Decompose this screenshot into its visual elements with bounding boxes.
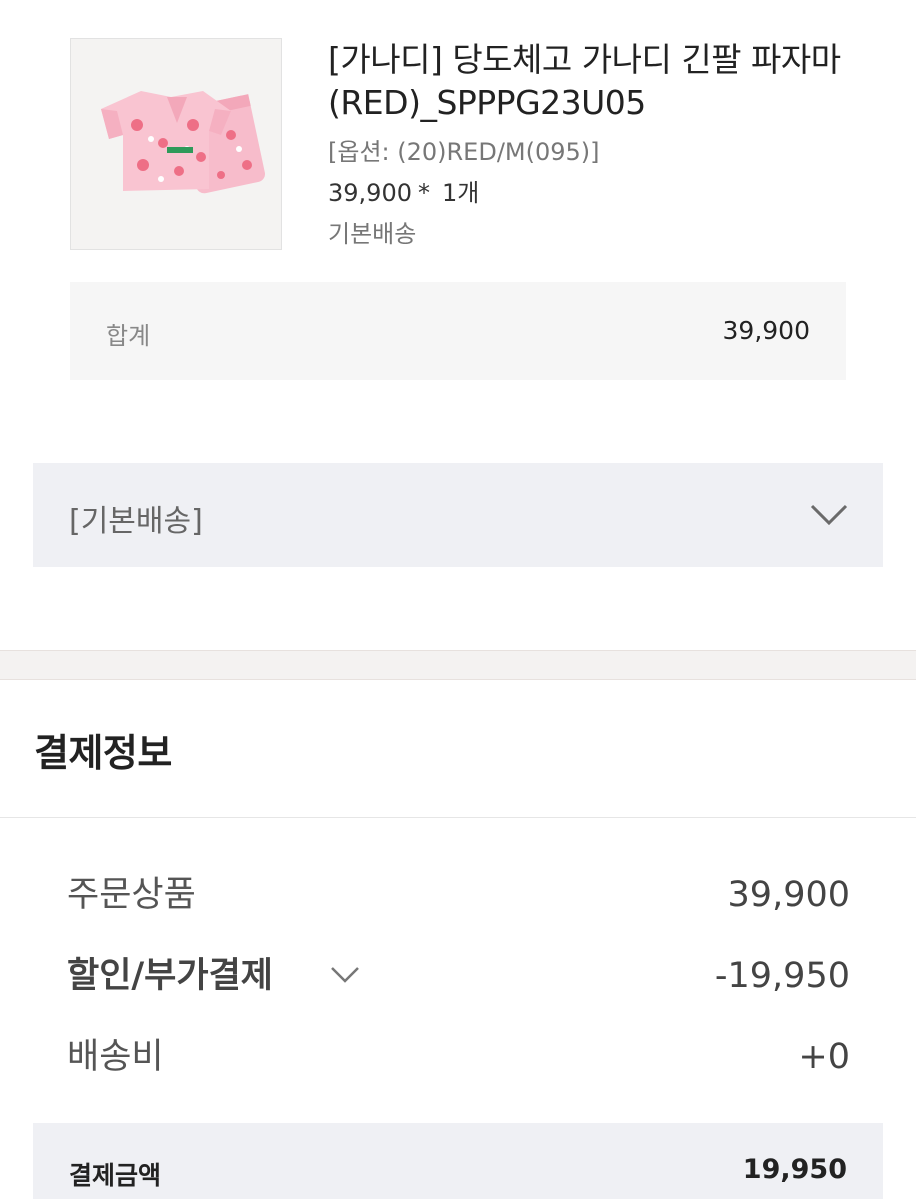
payment-total-box: 결제금액 19,950: [33, 1123, 883, 1199]
product-info: [가나디] 당도체고 가나디 긴팔 파자마(RED)_SPPPG23U05 [옵…: [328, 38, 848, 250]
chevron-down-icon[interactable]: [809, 497, 849, 531]
product-thumbnail[interactable]: [70, 38, 282, 250]
subtotal-value: 39,900: [722, 316, 810, 345]
order-product-amount-row: 주문상품 39,900: [67, 870, 850, 920]
shipping-fee-label: 배송비: [67, 1037, 164, 1077]
shipping-group-label: [기본배송]: [69, 504, 203, 539]
product-price: 39,900: [328, 179, 412, 207]
payment-info-title: 결제정보: [34, 731, 172, 775]
chevron-down-icon[interactable]: [329, 961, 361, 987]
product-name[interactable]: [가나디] 당도체고 가나디 긴팔 파자마(RED)_SPPPG23U05: [328, 38, 848, 124]
payment-total-value: 19,950: [742, 1154, 847, 1185]
product-shipping-method: 기본배송: [328, 220, 417, 248]
product-quantity: 1개: [441, 179, 480, 207]
shipping-fee-row: 배송비 +0: [67, 1032, 850, 1082]
order-product-item: [가나디] 당도체고 가나디 긴팔 파자마(RED)_SPPPG23U05 [옵…: [70, 38, 850, 250]
product-option: [옵션: (20)RED/M(095)]: [328, 138, 600, 166]
shipping-group-toggle[interactable]: [기본배송]: [33, 463, 883, 567]
discount-value: -19,950: [714, 956, 850, 996]
discount-row[interactable]: 할인/부가결제 -19,950: [67, 951, 850, 1001]
shipping-fee-value: +0: [798, 1037, 850, 1077]
order-product-value: 39,900: [727, 875, 850, 915]
discount-label: 할인/부가결제: [67, 956, 273, 996]
section-divider: [0, 650, 916, 680]
subtotal-label: 합계: [106, 322, 151, 350]
multiplier: *: [417, 179, 430, 207]
payment-total-label: 결제금액: [69, 1161, 162, 1190]
product-price-line: 39,900 * 1개: [328, 177, 848, 209]
pajama-product-image: [71, 39, 281, 249]
order-product-label: 주문상품: [67, 875, 196, 915]
subtotal-box: 합계 39,900: [70, 282, 846, 380]
payment-title-divider: [0, 817, 916, 818]
